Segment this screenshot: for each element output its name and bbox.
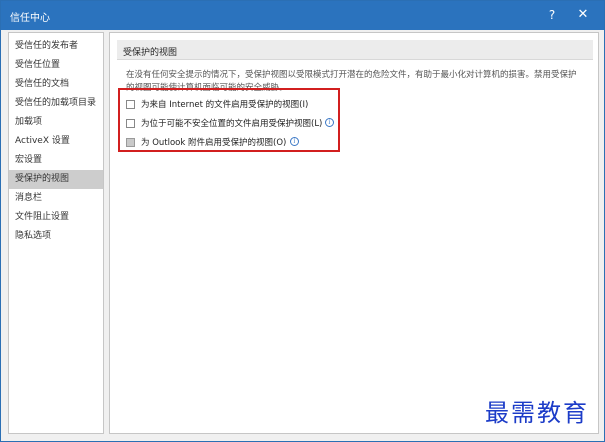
sidebar-item-trusted-documents[interactable]: 受信任的文档 [9,75,103,94]
sidebar-item-privacy-options[interactable]: 隐私选项 [9,227,103,246]
section-header: 受保护的视图 [117,40,593,60]
description-text-line-2: 的视图可能使计算机面临可能的安全威胁。 [126,83,288,91]
description-text: 在没有任何安全提示的情况下，受保护视图以受限模式打开潜在的危险文件，有助于最小化… [126,70,577,80]
close-button[interactable]: ✕ [572,6,594,24]
title-bar: 信任中心 ? ✕ [1,1,604,30]
watermark-text: 最需教育 [485,399,589,427]
option-label: 为来自 Internet 的文件启用受保护的视图(I) [141,100,309,110]
checkbox[interactable] [126,138,135,147]
sidebar-item-file-block-settings[interactable]: 文件阻止设置 [9,208,103,227]
info-icon[interactable]: i [325,118,334,127]
sidebar-item-trusted-publishers[interactable]: 受信任的发布者 [9,37,103,56]
sidebar-item-addins[interactable]: 加载项 [9,113,103,132]
window-title: 信任中心 [10,13,50,24]
sidebar-item-macro-settings[interactable]: 宏设置 [9,151,103,170]
sidebar-item-protected-view[interactable]: 受保护的视图 [9,170,103,189]
main-panel: 受保护的视图 在没有任何安全提示的情况下，受保护视图以受限模式打开潜在的危险文件… [109,32,599,434]
sidebar-item-message-bar[interactable]: 消息栏 [9,189,103,208]
checkbox[interactable] [126,100,135,109]
sidebar-item-trusted-locations[interactable]: 受信任位置 [9,56,103,75]
sidebar-nav: 受信任的发布者 受信任位置 受信任的文档 受信任的加载项目录 加载项 Activ… [8,32,104,434]
section-title: 受保护的视图 [123,48,178,58]
trust-center-dialog: 信任中心 ? ✕ 受信任的发布者 受信任位置 受信任的文档 受信任的加载项目录 … [0,0,605,442]
info-icon[interactable]: i [290,137,299,146]
option-label: 为 Outlook 附件启用受保护的视图(O) [141,138,287,148]
option-label: 为位于可能不安全位置的文件启用受保护视图(L) [141,119,323,129]
sidebar-item-trusted-addin-catalogs[interactable]: 受信任的加载项目录 [9,94,103,113]
help-button[interactable]: ? [542,6,562,24]
sidebar-item-activex-settings[interactable]: ActiveX 设置 [9,132,103,151]
checkbox[interactable] [126,119,135,128]
